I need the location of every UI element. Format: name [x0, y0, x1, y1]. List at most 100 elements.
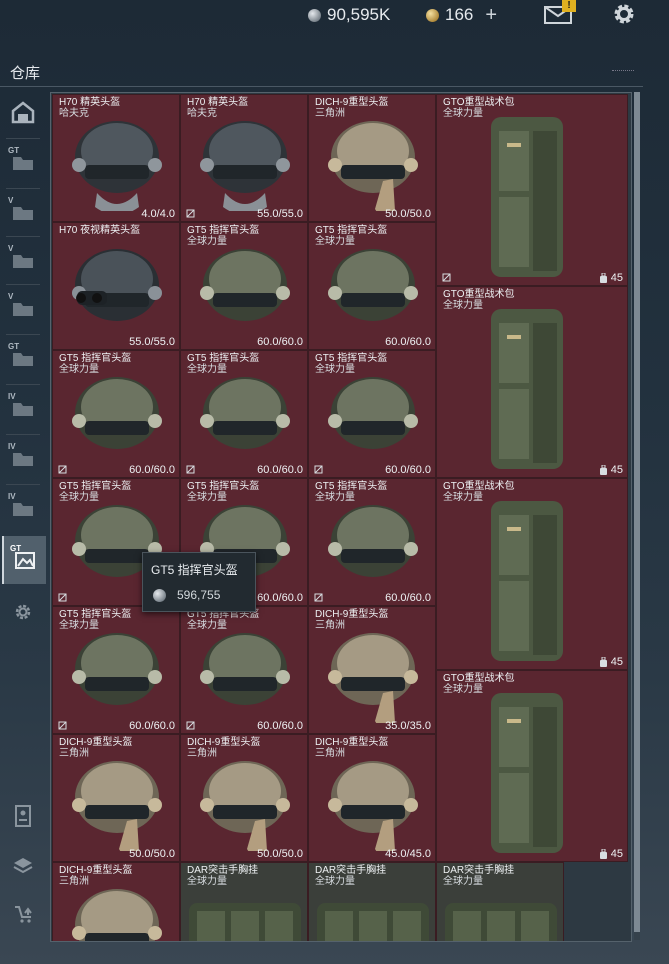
add-currency-button[interactable]: +: [485, 4, 497, 27]
item-durability: 55.0/55.0: [129, 336, 175, 348]
inventory-item[interactable]: DICH-9重型头盔 三角洲 45.0/45.0: [308, 734, 436, 862]
lock-icon: [58, 465, 67, 474]
silver-coin-icon: [153, 589, 166, 602]
inventory-item[interactable]: DICH-9重型头盔 三角洲 50.0/50.0: [180, 734, 308, 862]
sidebar-item-gt[interactable]: GT: [2, 138, 44, 186]
backpack-icon: [491, 693, 563, 853]
helmet-green-icon: [72, 377, 162, 449]
scrollbar-thumb[interactable]: [634, 92, 640, 932]
helmet-green-icon: [328, 505, 418, 577]
inventory-item[interactable]: DICH-9重型头盔 三角洲 50.0/50.0: [52, 734, 180, 862]
bag-icon: [599, 849, 607, 859]
item-faction: 哈夫克: [59, 108, 89, 119]
layers-icon: [13, 858, 33, 874]
inventory-backpack[interactable]: GTO重型战术包 全球力量 45: [436, 94, 628, 286]
sidebar-label: IV: [8, 392, 16, 401]
item-capacity-value: 45: [610, 464, 623, 476]
item-faction: 全球力量: [443, 300, 483, 311]
inventory-scrollbar[interactable]: [634, 92, 640, 940]
sidebar-item-iv1[interactable]: IV: [2, 384, 44, 432]
inventory-item[interactable]: DICH-9重型头盔 三角洲: [52, 862, 180, 941]
helmet-nv-icon: [72, 249, 162, 321]
lock-icon: [58, 721, 67, 730]
inventory-item[interactable]: GT5 指挥官头盔 全球力量 60.0/60.0: [52, 606, 180, 734]
inventory-backpack[interactable]: GTO重型战术包 全球力量 45: [436, 670, 628, 862]
item-faction: 全球力量: [187, 620, 227, 631]
item-faction: 全球力量: [443, 492, 483, 503]
sidebar-item-iv3[interactable]: IV: [2, 484, 44, 532]
sidebar-label: V: [8, 244, 14, 253]
inventory-item[interactable]: DAR突击手胸挂 全球力量: [436, 862, 564, 941]
sidebar-label: GT: [10, 544, 22, 553]
header-divider: [0, 86, 643, 87]
inventory-item[interactable]: GT5 指挥官头盔 全球力量 60.0/60.0: [180, 350, 308, 478]
inventory-grid: H70 精英头盔 哈夫克 4.0/4.0 H70 精英头盔 哈夫克 55.0/55.0 DI…: [50, 92, 632, 942]
lock-icon: [314, 593, 323, 602]
title-decoration: [612, 70, 634, 74]
inventory-item[interactable]: DICH-9重型头盔 三角洲 35.0/35.0: [308, 606, 436, 734]
inventory-item[interactable]: GT5 指挥官头盔 全球力量 60.0/60.0: [308, 222, 436, 350]
sidebar-settings[interactable]: [2, 588, 44, 636]
inventory-item[interactable]: DAR突击手胸挂 全球力量: [180, 862, 308, 941]
helmet-tan-icon: [72, 889, 162, 941]
inventory-item[interactable]: GT5 指挥官头盔 全球力量 60.0/60.0: [52, 350, 180, 478]
item-faction: 全球力量: [443, 108, 483, 119]
lock-icon: [58, 593, 67, 602]
inventory-backpack[interactable]: GTO重型战术包 全球力量 45: [436, 286, 628, 478]
item-durability: 60.0/60.0: [257, 336, 303, 348]
helmet-tan-icon: [328, 121, 418, 211]
item-capacity: 45: [599, 464, 623, 476]
backpack-icon: [491, 117, 563, 277]
item-faction: 三角洲: [187, 748, 217, 759]
helmet-green-icon: [328, 377, 418, 449]
inventory-item[interactable]: DICH-9重型头盔 三角洲 50.0/50.0: [308, 94, 436, 222]
bag-icon: [599, 465, 607, 475]
sidebar-layers-button[interactable]: [2, 842, 44, 890]
item-durability: 60.0/60.0: [385, 336, 431, 348]
item-faction: 全球力量: [59, 620, 99, 631]
sidebar-item-v2[interactable]: V: [2, 236, 44, 284]
item-durability: 50.0/50.0: [385, 208, 431, 220]
item-name: H70 夜视精英头盔: [59, 225, 141, 236]
item-tooltip: GT5 指挥官头盔 596,755: [142, 552, 256, 612]
chest-rig-icon: [317, 903, 429, 941]
sidebar-label: V: [8, 196, 14, 205]
gold-coin-icon: [426, 8, 439, 22]
inventory-item[interactable]: GT5 指挥官头盔 全球力量 60.0/60.0: [180, 606, 308, 734]
gold-amount: 166: [445, 5, 474, 24]
item-faction: 三角洲: [315, 620, 345, 631]
sidebar-item-gt-active[interactable]: GT: [2, 536, 46, 584]
item-capacity: 45: [599, 272, 623, 284]
sidebar-label: V: [8, 292, 14, 301]
sidebar-storage-button[interactable]: [2, 792, 44, 840]
inventory-item[interactable]: H70 精英头盔 哈夫克 4.0/4.0: [52, 94, 180, 222]
sidebar-item-iv2[interactable]: IV: [2, 434, 44, 482]
sidebar-item-all[interactable]: [2, 88, 44, 136]
item-faction: 全球力量: [187, 364, 227, 375]
gear-icon: [15, 604, 31, 620]
inventory-item[interactable]: GT5 指挥官头盔 全球力量 60.0/60.0: [180, 222, 308, 350]
item-faction: 全球力量: [187, 492, 227, 503]
sidebar-item-v3[interactable]: V: [2, 284, 44, 332]
settings-gear-icon[interactable]: [610, 0, 638, 28]
inventory-item[interactable]: DAR突击手胸挂 全球力量: [308, 862, 436, 941]
item-faction: 全球力量: [59, 492, 99, 503]
bag-icon: [599, 657, 607, 667]
inventory-item[interactable]: H70 夜视精英头盔 55.0/55.0: [52, 222, 180, 350]
sidebar-sort-button[interactable]: [2, 890, 44, 938]
chest-rig-icon: [189, 903, 301, 941]
inventory-item[interactable]: GT5 指挥官头盔 全球力量 60.0/60.0: [308, 478, 436, 606]
helmet-tan-icon: [328, 761, 418, 851]
warehouse-title: 仓库: [10, 65, 41, 82]
inventory-backpack[interactable]: GTO重型战术包 全球力量 45: [436, 478, 628, 670]
helmet-black-icon: [72, 121, 162, 211]
sidebar-item-gt2[interactable]: GT: [2, 334, 44, 382]
item-durability: 45.0/45.0: [385, 848, 431, 860]
inventory-item[interactable]: GT5 指挥官头盔 全球力量 60.0/60.0: [308, 350, 436, 478]
sidebar-item-v1[interactable]: V: [2, 188, 44, 236]
item-durability: 60.0/60.0: [129, 464, 175, 476]
sort-icon: [15, 906, 32, 923]
sidebar-label: GT: [8, 146, 20, 155]
helmet-tan-icon: [72, 761, 162, 851]
inventory-item[interactable]: H70 精英头盔 哈夫克 55.0/55.0: [180, 94, 308, 222]
